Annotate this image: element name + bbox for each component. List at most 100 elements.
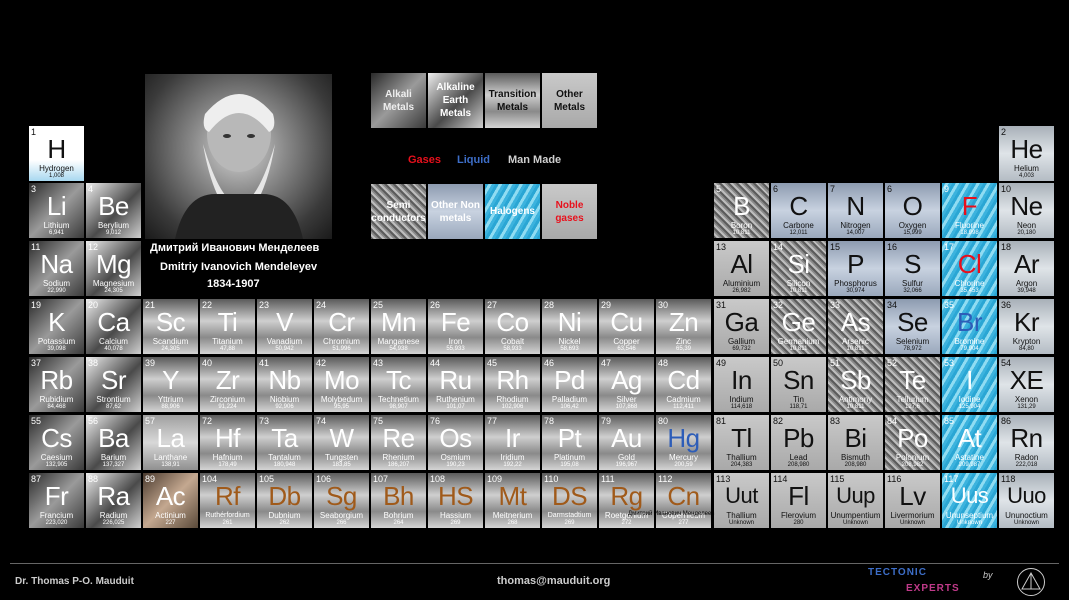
element-mass: 32,066	[903, 288, 922, 294]
element-symbol: Fr	[44, 481, 69, 511]
element-cell-au: 79 Au Gold 196,967	[599, 415, 654, 470]
element-mass: 84,80	[1018, 346, 1034, 352]
element-symbol: Cs	[41, 423, 72, 453]
element-symbol: As	[840, 307, 871, 337]
element-cell-zr: 40 Zr Zirconium 91,224	[200, 357, 255, 412]
element-cell-ga: 31 Ga Gallium 69,732	[714, 299, 769, 354]
element-symbol: Cr	[328, 307, 355, 337]
element-symbol: Rn	[1010, 423, 1043, 453]
element-name: Fluorine	[955, 221, 984, 230]
element-symbol: V	[276, 307, 293, 337]
element-mass: 208,982	[901, 462, 924, 468]
element-cell-ge: 32 Ge Germanium 10,811	[771, 299, 826, 354]
element-mass: 190,23	[446, 462, 465, 468]
legend-alkaline-earth: Alkaline Earth Metals	[428, 73, 483, 128]
element-symbol: Si	[787, 249, 810, 279]
element-cell-mg: 12 Mg Magnesium 24,305	[86, 241, 141, 296]
element-mass: 280	[793, 520, 804, 526]
element-symbol: Kr	[1014, 307, 1040, 337]
element-cell-pb: 82 Pb Lead 208,980	[771, 415, 826, 470]
element-mass: 58,933	[503, 346, 522, 352]
element-symbol: Ca	[97, 307, 130, 337]
element-mass: 87,62	[105, 404, 121, 410]
element-symbol: In	[731, 365, 752, 395]
element-mass: 180,948	[273, 462, 296, 468]
element-name: Yttrium	[157, 395, 184, 404]
element-name: Platinum	[553, 453, 586, 462]
element-name: Cobalt	[500, 337, 525, 346]
element-cell-mt: 109 Mt Meitnerium 268	[485, 473, 540, 528]
element-cell-tl: 81 Tl Thallium 204,383	[714, 415, 769, 470]
element-mass: 15,999	[903, 230, 922, 236]
legend-liquid: Liquid	[457, 154, 490, 166]
element-symbol: Sb	[840, 365, 871, 395]
element-name: Seaborgium	[319, 511, 364, 520]
element-name: Darmstadtium	[547, 512, 592, 519]
element-mass: 39,098	[47, 346, 66, 352]
element-name: Rubidium	[39, 395, 74, 404]
element-cell-ta: 73 Ta Tantalum 180,948	[257, 415, 312, 470]
element-symbol: Ar	[1014, 249, 1040, 279]
element-symbol: Pt	[557, 423, 582, 453]
legend-halogens: Halogens	[485, 184, 540, 239]
element-mass: 98,907	[389, 404, 408, 410]
element-symbol: Fe	[440, 307, 471, 337]
element-cell-ra: 88 Ra Radium 226,025	[86, 473, 141, 528]
legend-noble-gases: Noble gases	[542, 184, 597, 239]
element-name: Meitnerium	[492, 511, 533, 520]
element-symbol: Pd	[554, 365, 585, 395]
element-name: Bromine	[954, 337, 985, 346]
element-symbol: Mn	[380, 307, 417, 337]
element-mass: Unknown	[842, 520, 868, 526]
element-mass: 138,91	[161, 462, 180, 468]
element-name: Titanium	[212, 337, 243, 346]
element-mass: 10,811	[732, 230, 751, 236]
footer-author: Dr. Thomas P-O. Mauduit	[15, 576, 134, 587]
element-name: Calcium	[99, 337, 128, 346]
portrait-years: 1834-1907	[207, 278, 260, 290]
element-cell-k: 19 K Potassium 39,098	[29, 299, 84, 354]
element-symbol: B	[733, 191, 750, 221]
element-name: Radon	[1014, 453, 1039, 462]
element-name: Tin	[793, 395, 804, 404]
element-cell-sr: 38 Sr Strontium 87,62	[86, 357, 141, 412]
element-name: Silver	[616, 395, 637, 404]
element-mass: 209,987	[958, 462, 981, 468]
element-name: Tellurium	[896, 395, 929, 404]
element-symbol: Cl	[957, 249, 982, 279]
tectonic-experts-logo: TECTONIC EXPERTS	[868, 567, 960, 594]
footer-email[interactable]: thomas@mauduit.org	[497, 575, 610, 587]
element-mass: 195,08	[560, 462, 579, 468]
element-name: Actinium	[155, 511, 186, 520]
element-name: Berylium	[97, 221, 130, 230]
element-name: Zirconium	[209, 395, 246, 404]
element-symbol: Sc	[155, 307, 186, 337]
element-name: Radium	[99, 511, 128, 520]
element-symbol: Ga	[724, 307, 759, 337]
element-mass: 268	[507, 520, 518, 526]
element-cell-y: 39 Y Yttrium 88,906	[143, 357, 198, 412]
element-mass: 40,078	[104, 346, 123, 352]
element-name: Dubnium	[268, 511, 301, 520]
legend-other-nonmetals: Other Non metals	[428, 184, 483, 239]
element-cell-mo: 42 Mo Molybedum 95,95	[314, 357, 369, 412]
element-symbol: He	[1010, 134, 1043, 164]
element-symbol: Ta	[271, 423, 298, 453]
element-name: Arsenic	[842, 337, 869, 346]
element-mass: 24,305	[161, 346, 180, 352]
element-mass: 204,383	[730, 462, 753, 468]
element-cell-db: 105 Db Dubnium 262	[257, 473, 312, 528]
element-name: Sodium	[42, 279, 71, 288]
element-cell-pd: 46 Pd Palladium 106,42	[542, 357, 597, 412]
legend-transition: Transition Metals	[485, 73, 540, 128]
element-cell-sb: 51 Sb Antimony 10,811	[828, 357, 883, 412]
element-symbol: Uut	[725, 483, 758, 508]
element-symbol: W	[329, 423, 354, 453]
element-cell-s: 16 S Sulfur 32,066	[885, 241, 940, 296]
element-name: Antimony	[838, 395, 873, 404]
element-name: Thallium	[726, 511, 757, 520]
portrait-name-en: Dmitriy Ivanovich Mendeleyev	[160, 261, 318, 273]
element-mass: 131,29	[1017, 404, 1036, 410]
element-mass: 95,95	[333, 404, 349, 410]
element-mass: 102,906	[501, 404, 524, 410]
